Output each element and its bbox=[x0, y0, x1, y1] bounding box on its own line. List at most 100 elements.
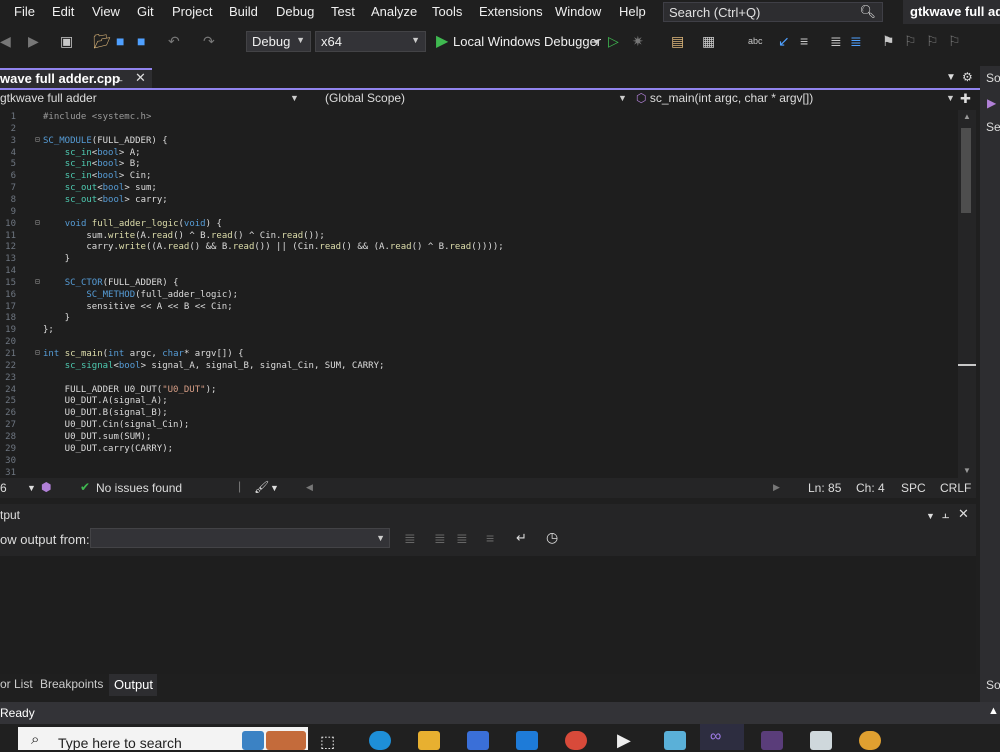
code-text[interactable]: SC_CTOR(FULL_ADDER) { bbox=[43, 277, 179, 289]
tab-list-chevron-icon[interactable]: ▼ bbox=[946, 72, 956, 83]
issues-status[interactable]: No issues found bbox=[96, 481, 182, 495]
redo-icon[interactable]: ↷ bbox=[203, 33, 215, 50]
code-text[interactable]: }; bbox=[43, 324, 54, 336]
code-text[interactable]: sc_out<bool> sum; bbox=[43, 182, 157, 194]
code-editor[interactable]: 1 #include <systemc.h> 2 3 SC_MODULE(FULL_AD… bbox=[0, 110, 958, 478]
back-icon[interactable]: ◀ bbox=[0, 33, 11, 50]
column-indicator[interactable]: Ch: 4 bbox=[856, 481, 885, 495]
edge-icon[interactable] bbox=[369, 731, 391, 750]
hot-reload-icon[interactable]: ✷ bbox=[632, 33, 644, 50]
code-text[interactable]: U0_DUT.sum(SUM); bbox=[43, 431, 152, 443]
solution-explorer-label[interactable]: So bbox=[986, 71, 1000, 85]
close-icon[interactable]: ✕ bbox=[135, 70, 146, 86]
uncomment-icon[interactable]: ≣ bbox=[850, 33, 862, 50]
next-bookmark-icon[interactable]: ⚐ bbox=[926, 33, 939, 50]
menu-project[interactable]: Project bbox=[172, 4, 212, 19]
forward-icon[interactable]: ▶ bbox=[28, 33, 39, 50]
code-text[interactable]: SC_MODULE(FULL_ADDER) { bbox=[43, 135, 168, 147]
clear-all-icon[interactable]: ≡ bbox=[486, 530, 494, 546]
member-combo[interactable]: ⬡ sc_main(int argc, char * argv[]) ▼ bbox=[636, 91, 956, 109]
spacing-indicator[interactable]: SPC bbox=[901, 481, 926, 495]
eol-indicator[interactable]: CRLF bbox=[940, 481, 971, 495]
intellicode-icon[interactable]: ⬢ bbox=[41, 480, 51, 494]
zoom-level[interactable]: 6 bbox=[0, 481, 7, 495]
tab-error-list[interactable]: or List bbox=[0, 677, 33, 691]
menu-edit[interactable]: Edit bbox=[52, 4, 74, 19]
explorer-bottom-label[interactable]: So bbox=[986, 678, 1000, 692]
collapse-icon[interactable]: ⊟ bbox=[35, 218, 40, 227]
notification-icon[interactable]: ▲ bbox=[988, 705, 999, 717]
scroll-thumb[interactable] bbox=[961, 128, 971, 213]
code-text[interactable]: sc_signal<bool> signal_A, signal_B, sign… bbox=[43, 360, 385, 372]
widgets-icon[interactable] bbox=[242, 731, 264, 750]
prev-message-icon[interactable]: ≣ bbox=[434, 530, 446, 547]
collapse-icon[interactable]: ⊟ bbox=[35, 135, 40, 144]
clear-bookmark-icon[interactable]: ⚐ bbox=[948, 33, 961, 50]
close-icon[interactable]: ✕ bbox=[958, 506, 969, 522]
platform-combo[interactable]: x64 ▼ bbox=[315, 31, 426, 52]
open-folder-icon[interactable]: 📂︎ bbox=[93, 33, 111, 50]
pin-icon[interactable]: ⫠ bbox=[942, 507, 949, 522]
menu-debug[interactable]: Debug bbox=[276, 4, 314, 19]
app-icon[interactable] bbox=[664, 731, 686, 750]
menu-extensions[interactable]: Extensions bbox=[479, 4, 543, 19]
search-input[interactable]: Search (Ctrl+Q) 🔍︎ bbox=[663, 2, 883, 22]
code-text[interactable]: } bbox=[43, 312, 70, 324]
code-text[interactable]: void full_adder_logic(void) { bbox=[43, 218, 222, 230]
menu-file[interactable]: File bbox=[14, 4, 35, 19]
menu-test[interactable]: Test bbox=[331, 4, 355, 19]
document-icon[interactable] bbox=[810, 731, 832, 750]
scope-combo[interactable]: (Global Scope) ▼ bbox=[325, 91, 627, 109]
save-icon[interactable]: ■ bbox=[116, 33, 124, 49]
scroll-right-icon[interactable]: ▶ bbox=[773, 482, 780, 493]
bookmark-icon[interactable]: ⚑ bbox=[882, 33, 895, 50]
chrome-icon[interactable] bbox=[565, 731, 587, 750]
menu-tools[interactable]: Tools bbox=[432, 4, 462, 19]
solution-explorer-icon[interactable]: ▤ bbox=[671, 33, 684, 50]
undo-icon[interactable]: ↶ bbox=[168, 33, 180, 50]
spellcheck-icon[interactable]: abc bbox=[748, 36, 763, 46]
search-explorer-label[interactable]: Se bbox=[986, 120, 1000, 134]
collapse-icon[interactable]: ⊟ bbox=[35, 348, 40, 357]
start-without-debug-icon[interactable]: ▷ bbox=[608, 33, 619, 50]
comment-icon[interactable]: ≣ bbox=[830, 33, 842, 50]
panel-menu-chevron-icon[interactable]: ▼ bbox=[926, 511, 935, 521]
output-text-area[interactable] bbox=[0, 556, 976, 674]
taskbar-search-input[interactable]: ⌕ Type here to search bbox=[18, 727, 308, 751]
brush-icon[interactable]: 🖌︎ bbox=[254, 480, 269, 494]
code-text[interactable]: sensitive << A << B << Cin; bbox=[43, 301, 232, 313]
find-message-icon[interactable]: ≣ bbox=[404, 530, 416, 547]
debugger-button[interactable]: Local Windows Debugger bbox=[453, 34, 601, 49]
code-text[interactable]: sc_in<bool> B; bbox=[43, 158, 141, 170]
next-message-icon[interactable]: ≣ bbox=[456, 530, 468, 547]
align-icon[interactable]: ≡ bbox=[800, 33, 808, 49]
chevron-down-icon[interactable]: ▼ bbox=[270, 483, 279, 493]
code-text[interactable]: U0_DUT.B(signal_B); bbox=[43, 407, 168, 419]
code-text[interactable]: U0_DUT.Cin(signal_Cin); bbox=[43, 419, 190, 431]
tab-full-adder-cpp[interactable]: wave full adder.cpp ⫠ ✕ bbox=[0, 68, 152, 88]
editor-scrollbar[interactable]: ▲ ▼ bbox=[958, 110, 976, 478]
scroll-left-icon[interactable]: ◀ bbox=[306, 482, 313, 493]
menu-window[interactable]: Window bbox=[555, 4, 601, 19]
new-project-icon[interactable]: ▣ bbox=[60, 33, 73, 50]
tab-breakpoints[interactable]: Breakpoints bbox=[40, 677, 103, 691]
code-text[interactable]: sum.write(A.read() ^ B.read() ^ Cin.read… bbox=[43, 230, 325, 242]
scroll-up-icon[interactable]: ▲ bbox=[963, 112, 971, 121]
save-all-icon[interactable]: ■ bbox=[137, 33, 145, 49]
visual-studio-taskbar-button[interactable]: ∞ bbox=[700, 724, 744, 750]
menu-view[interactable]: View bbox=[92, 4, 120, 19]
terminal-icon[interactable] bbox=[761, 731, 783, 750]
code-text[interactable]: U0_DUT.carry(CARRY); bbox=[43, 443, 173, 455]
gear-icon[interactable]: ⚙ bbox=[962, 70, 973, 84]
code-text[interactable]: sc_in<bool> Cin; bbox=[43, 170, 152, 182]
code-text[interactable]: U0_DUT.A(signal_A); bbox=[43, 395, 168, 407]
step-icon[interactable]: ↙ bbox=[778, 33, 790, 50]
menu-help[interactable]: Help bbox=[619, 4, 646, 19]
layout-icon[interactable]: ▦ bbox=[702, 33, 715, 50]
chevron-down-icon[interactable]: ▼ bbox=[592, 37, 601, 47]
project-combo[interactable]: gtkwave full adder ▼ bbox=[0, 91, 300, 109]
menu-build[interactable]: Build bbox=[229, 4, 258, 19]
menu-analyze[interactable]: Analyze bbox=[371, 4, 417, 19]
mail-icon[interactable] bbox=[516, 731, 538, 750]
code-text[interactable]: SC_METHOD(full_adder_logic); bbox=[43, 289, 238, 301]
